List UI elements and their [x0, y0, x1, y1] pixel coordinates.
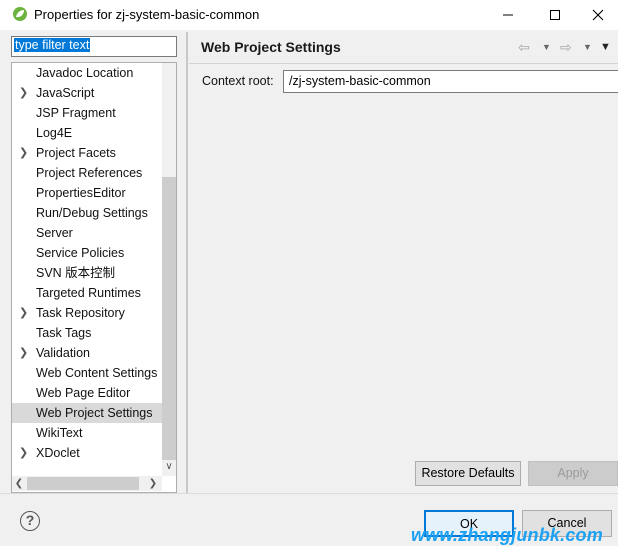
tree-item-label: Targeted Runtimes	[36, 286, 141, 300]
window-title: Properties for zj-system-basic-common	[34, 7, 260, 22]
apply-button-label: Apply	[557, 466, 589, 480]
tree-item[interactable]: Task Tags	[12, 323, 163, 343]
tree-item-label: Task Repository	[36, 306, 125, 320]
tree-item-label: Run/Debug Settings	[36, 206, 148, 220]
tree-item-label: PropertiesEditor	[36, 186, 126, 200]
tree-vertical-scroll-thumb[interactable]	[162, 177, 176, 460]
button-bar-separator	[0, 493, 618, 494]
expand-chevron-icon[interactable]: ❯	[19, 143, 29, 163]
tree-item-label: Project Facets	[36, 146, 116, 160]
maximize-button[interactable]	[532, 0, 578, 30]
scroll-down-arrow-icon[interactable]: ∨	[162, 460, 176, 474]
view-menu-icon[interactable]: ▼	[600, 39, 611, 55]
tree-item[interactable]: ❯ Project Facets	[12, 143, 163, 163]
maximize-icon	[550, 10, 560, 20]
tree-item[interactable]: SVN 版本控制	[12, 263, 163, 283]
apply-button[interactable]: Apply	[528, 461, 618, 486]
scroll-right-arrow-icon[interactable]: ❯	[146, 476, 160, 491]
tree-item[interactable]: PropertiesEditor	[12, 183, 163, 203]
scroll-left-arrow-icon[interactable]: ❮	[12, 476, 26, 491]
eclipse-spring-icon	[12, 6, 28, 22]
header-separator	[189, 63, 618, 64]
tree-item-label: SVN 版本控制	[36, 266, 116, 280]
tree-item[interactable]: Run/Debug Settings	[12, 203, 163, 223]
expand-chevron-icon[interactable]: ❯	[19, 83, 29, 103]
property-page-tree[interactable]: Javadoc Location ❯ JavaScript JSP Fragment L…	[11, 62, 177, 493]
expand-chevron-icon[interactable]: ❯	[19, 303, 29, 323]
tree-item-label: Project References	[36, 166, 143, 180]
tree-item-label: Web Content Settings	[36, 366, 158, 380]
tree-item-label: Validation	[36, 346, 90, 360]
tree-item[interactable]: Web Page Editor	[12, 383, 163, 403]
tree-item[interactable]: ❯ JavaScript	[12, 83, 163, 103]
minimize-icon	[503, 14, 513, 16]
context-root-label: Context root:	[202, 74, 274, 88]
help-icon[interactable]: ?	[20, 511, 40, 531]
watermark-text: www.zhangjunbk.com	[411, 525, 603, 545]
restore-defaults-button-label: Restore Defaults	[421, 466, 515, 480]
tree-item[interactable]: Web Project Settings	[12, 403, 163, 423]
tree-item-label: Web Project Settings	[36, 406, 153, 420]
tree-item-label: Log4E	[36, 126, 73, 140]
filter-input-text: type filter text	[14, 38, 91, 52]
tree-item[interactable]: ❯ XDoclet	[12, 443, 163, 463]
tree-item[interactable]: Targeted Runtimes	[12, 283, 163, 303]
tree-item[interactable]: ❯ Validation	[12, 343, 163, 363]
tree-item-label: Javadoc Location	[36, 66, 134, 80]
tree-item[interactable]: ❯ Task Repository	[12, 303, 163, 323]
context-root-field[interactable]: /zj-system-basic-common	[283, 70, 618, 93]
panel-divider[interactable]	[186, 32, 188, 493]
tree-item-label: Task Tags	[36, 326, 92, 340]
minimize-button[interactable]	[485, 0, 531, 30]
tree-item[interactable]: Javadoc Location	[12, 63, 163, 83]
tree-item-label: XDoclet	[36, 446, 80, 460]
restore-defaults-button[interactable]: Restore Defaults	[415, 461, 521, 486]
tree-item[interactable]: Service Policies	[12, 243, 163, 263]
tree-item-label: Web Page Editor	[36, 386, 131, 400]
expand-chevron-icon[interactable]: ❯	[19, 343, 29, 363]
tree-item-label: Server	[36, 226, 73, 240]
tree-item[interactable]: Web Content Settings	[12, 363, 163, 383]
forward-dropdown-icon[interactable]: ▼	[583, 39, 592, 55]
close-button[interactable]	[578, 0, 618, 30]
tree-item-label: WikiText	[36, 426, 83, 440]
filter-input[interactable]: type filter text	[11, 36, 177, 57]
expand-chevron-icon[interactable]: ❯	[19, 443, 29, 463]
tree-item[interactable]: Project References	[12, 163, 163, 183]
back-arrow-icon[interactable]: ⇦	[518, 39, 530, 55]
tree-item[interactable]: Log4E	[12, 123, 163, 143]
close-icon	[592, 9, 604, 21]
tree-item-label: Service Policies	[36, 246, 125, 260]
tree-item[interactable]: Server	[12, 223, 163, 243]
tree-item[interactable]: WikiText	[12, 423, 163, 443]
forward-arrow-icon[interactable]: ⇨	[560, 39, 572, 55]
tree-item[interactable]: JSP Fragment	[12, 103, 163, 123]
back-dropdown-icon[interactable]: ▼	[542, 39, 551, 55]
tree-item-label: JavaScript	[36, 86, 95, 100]
tree-horizontal-scroll-thumb[interactable]	[27, 477, 139, 490]
tree-item-label: JSP Fragment	[36, 106, 116, 120]
page-title: Web Project Settings	[201, 39, 341, 55]
